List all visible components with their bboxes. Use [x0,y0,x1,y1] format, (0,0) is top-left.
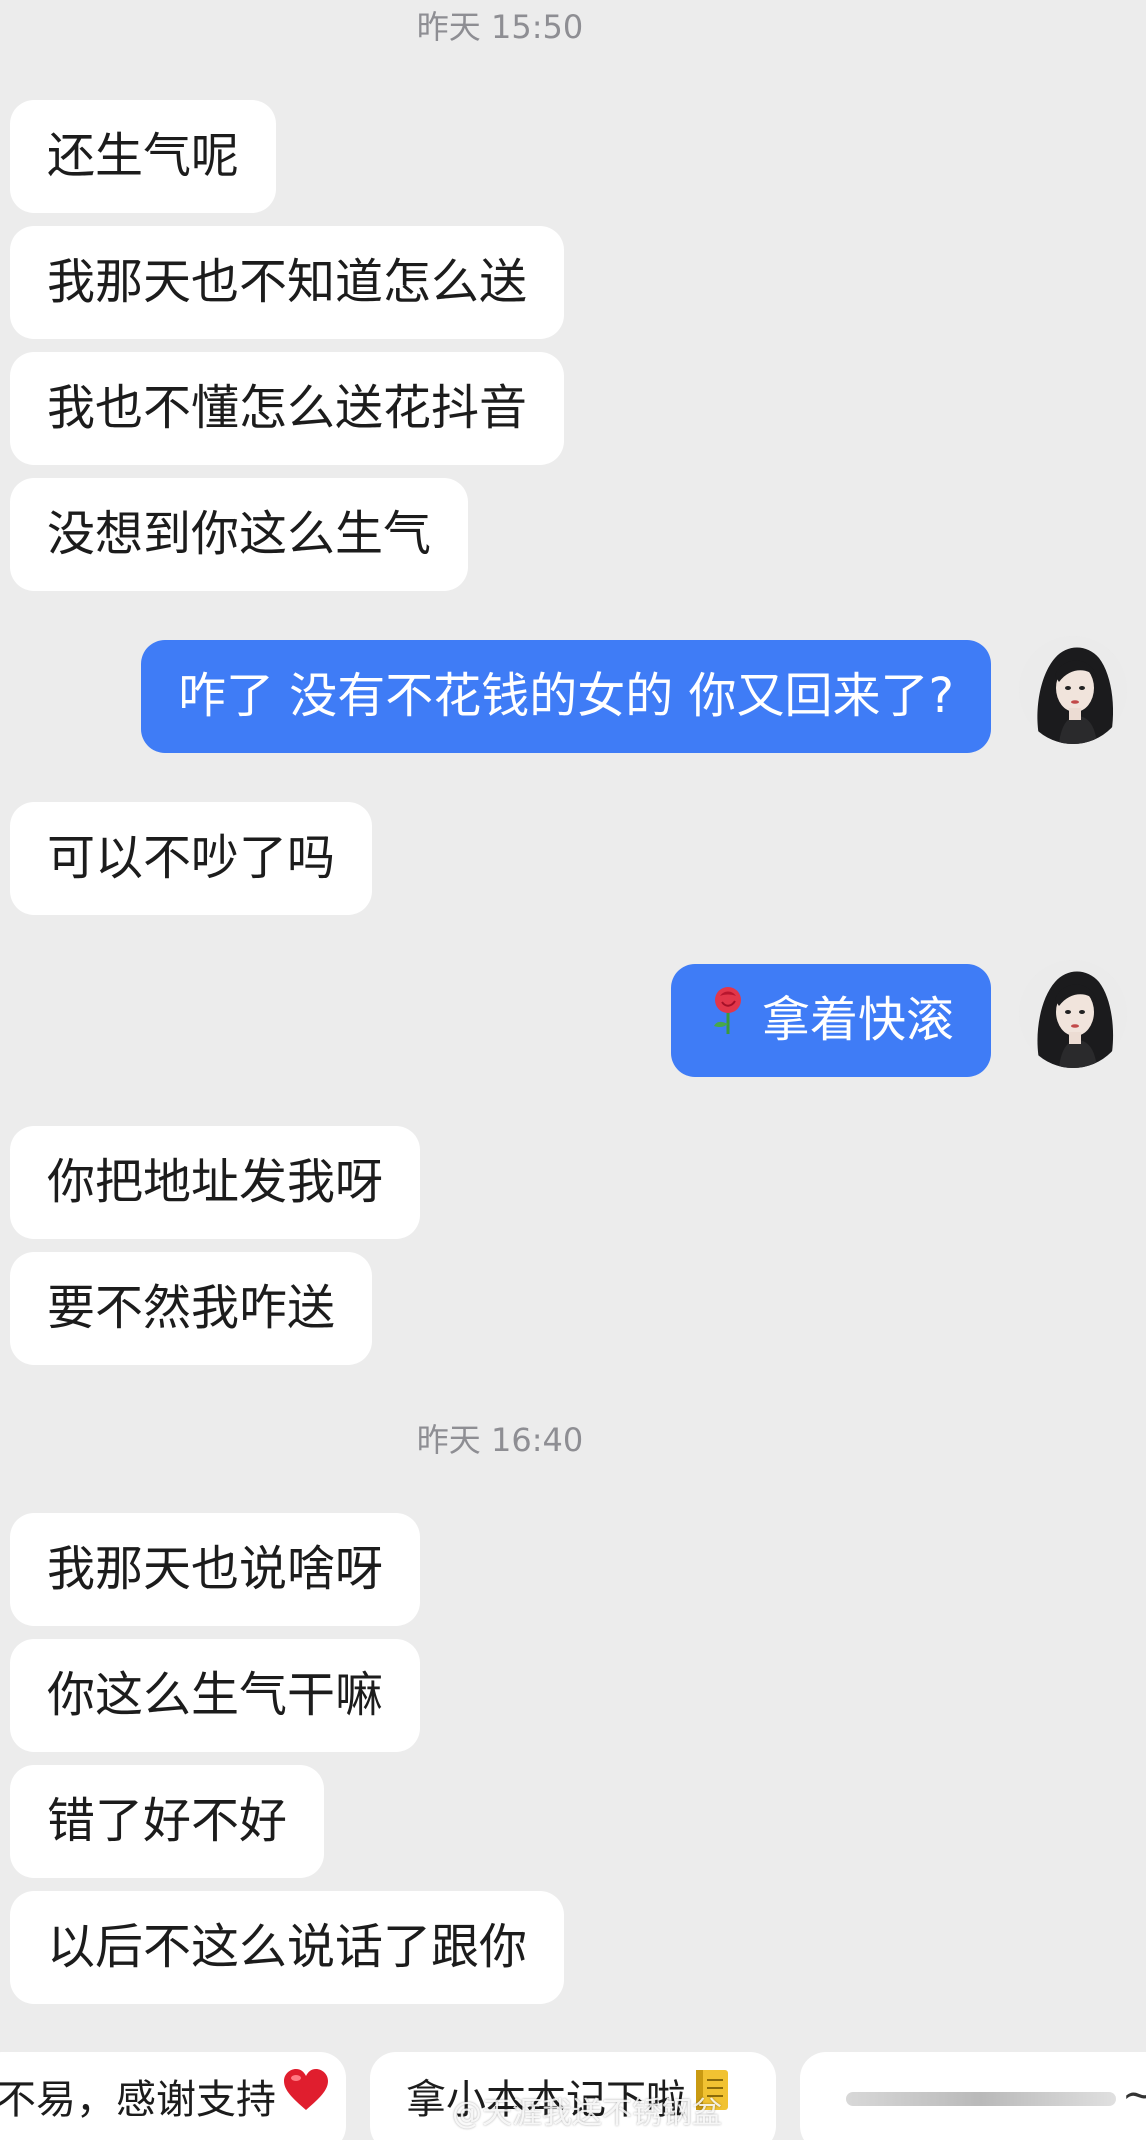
avatar-portrait-icon [1019,960,1127,1068]
message-bubble-received[interactable]: 可以不吵了吗 [10,802,373,915]
avatar[interactable] [1019,960,1127,1068]
blurred-text [846,2092,1116,2106]
timestamp: 昨天 16:40 [416,1421,584,1459]
message-bubble-received[interactable]: 我那天也说啥呀 [10,1513,421,1626]
message-bubble-received[interactable]: 你这么生气干嘛 [10,1639,421,1752]
message-text: 拿着快滚 [761,992,954,1048]
heart-icon [282,2052,330,2140]
message-bubble-sent[interactable]: 咋了 没有不花钱的女的 你又回来了? [141,640,991,753]
message-bubble-received[interactable]: 你把地址发我呀 [10,1126,421,1239]
watermark: @天涯我送不锈钢盆 [452,2096,722,2131]
message-bubble-received[interactable]: 没想到你这么生气 [10,478,469,591]
message-bubble-sent[interactable]: 拿着快滚 [670,964,991,1077]
message-bubble-received[interactable]: 以后不这么说话了跟你 [10,1891,565,2004]
message-bubble-received[interactable]: 我那天也不知道怎么送 [10,226,565,339]
message-bubble-received[interactable]: 还生气呢 [10,100,277,213]
avatar[interactable] [1019,636,1127,744]
avatar-portrait-icon [1019,636,1127,744]
message-bubble-received[interactable]: 我也不懂怎么送花抖音 [10,352,565,465]
message-bubble-received[interactable]: 错了好不好 [10,1765,325,1878]
message-bubble-received[interactable]: 要不然我咋送 [10,1252,373,1365]
quick-reply-chip[interactable]: 不易，感谢支持 [0,2052,346,2140]
rose-icon [708,964,748,1077]
quick-reply-chip[interactable] [800,2052,1146,2140]
quick-reply-label: 不易，感谢支持 [0,2077,276,2123]
timestamp: 昨天 15:50 [416,8,584,46]
overflow-indicator: ~ [1122,2072,1146,2118]
